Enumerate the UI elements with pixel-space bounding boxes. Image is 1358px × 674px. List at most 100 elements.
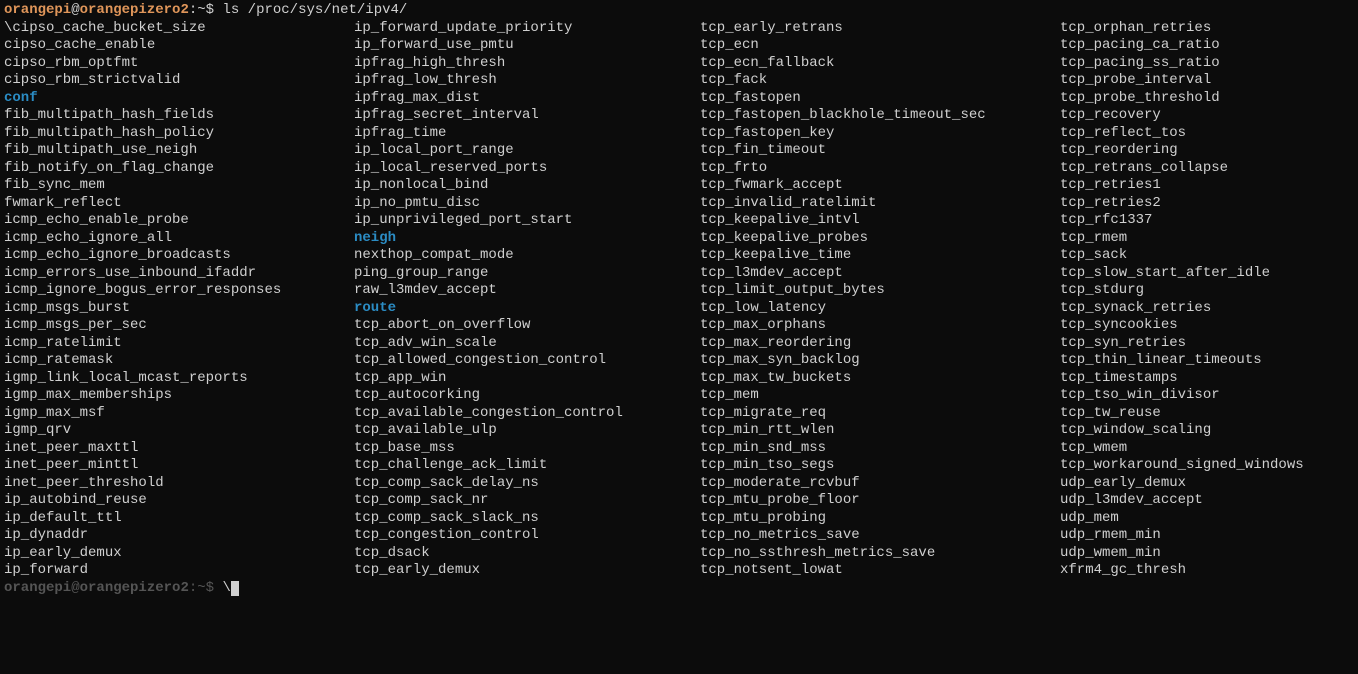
file-entry: tcp_orphan_retries xyxy=(1060,20,1354,38)
partial-prompt-symbol: $ xyxy=(206,580,214,596)
next-prompt-line: orangepi@orangepizero2:~$ \ xyxy=(4,580,1354,598)
file-entry: tcp_min_snd_mss xyxy=(700,440,1060,458)
file-entry: cipso_rbm_optfmt xyxy=(4,55,354,73)
file-entry: icmp_ratemask xyxy=(4,352,354,370)
file-entry: ip_forward_update_priority xyxy=(354,20,700,38)
file-entry: inet_peer_maxttl xyxy=(4,440,354,458)
file-entry: fib_notify_on_flag_change xyxy=(4,160,354,178)
file-entry: tcp_keepalive_time xyxy=(700,247,1060,265)
directory-entry: route xyxy=(354,300,700,318)
file-entry: tcp_fack xyxy=(700,72,1060,90)
file-entry: tcp_min_rtt_wlen xyxy=(700,422,1060,440)
file-entry: tcp_l3mdev_accept xyxy=(700,265,1060,283)
file-entry: udp_rmem_min xyxy=(1060,527,1354,545)
file-entry: igmp_link_local_mcast_reports xyxy=(4,370,354,388)
file-entry: tcp_rmem xyxy=(1060,230,1354,248)
file-entry: inet_peer_minttl xyxy=(4,457,354,475)
file-entry: ip_autobind_reuse xyxy=(4,492,354,510)
file-entry: tcp_stdurg xyxy=(1060,282,1354,300)
file-entry: tcp_reflect_tos xyxy=(1060,125,1354,143)
file-entry: fib_sync_mem xyxy=(4,177,354,195)
file-entry: ping_group_range xyxy=(354,265,700,283)
file-entry: tcp_retries2 xyxy=(1060,195,1354,213)
file-entry: tcp_tw_reuse xyxy=(1060,405,1354,423)
file-entry: tcp_workaround_signed_windows xyxy=(1060,457,1354,475)
file-entry: tcp_ecn xyxy=(700,37,1060,55)
file-entry: tcp_thin_linear_timeouts xyxy=(1060,352,1354,370)
file-entry: tcp_early_retrans xyxy=(700,20,1060,38)
file-entry: xfrm4_gc_thresh xyxy=(1060,562,1354,580)
file-entry: tcp_early_demux xyxy=(354,562,700,580)
file-entry: \cipso_cache_bucket_size xyxy=(4,20,354,38)
file-entry: tcp_probe_threshold xyxy=(1060,90,1354,108)
file-entry: tcp_limit_output_bytes xyxy=(700,282,1060,300)
file-entry: tcp_max_orphans xyxy=(700,317,1060,335)
file-entry: ip_early_demux xyxy=(4,545,354,563)
file-entry: icmp_errors_use_inbound_ifaddr xyxy=(4,265,354,283)
file-entry: udp_mem xyxy=(1060,510,1354,528)
file-entry: tcp_max_syn_backlog xyxy=(700,352,1060,370)
file-entry: icmp_echo_enable_probe xyxy=(4,212,354,230)
file-entry: nexthop_compat_mode xyxy=(354,247,700,265)
file-entry: igmp_qrv xyxy=(4,422,354,440)
file-entry: tcp_min_tso_segs xyxy=(700,457,1060,475)
file-entry: tcp_mtu_probe_floor xyxy=(700,492,1060,510)
file-entry: tcp_comp_sack_nr xyxy=(354,492,700,510)
file-entry: ipfrag_high_thresh xyxy=(354,55,700,73)
file-entry: tcp_slow_start_after_idle xyxy=(1060,265,1354,283)
file-entry: tcp_available_congestion_control xyxy=(354,405,700,423)
file-entry: cipso_cache_enable xyxy=(4,37,354,55)
file-entry: tcp_max_tw_buckets xyxy=(700,370,1060,388)
file-entry: tcp_mtu_probing xyxy=(700,510,1060,528)
file-entry: raw_l3mdev_accept xyxy=(354,282,700,300)
command-line: orangepi@orangepizero2:~$ ls /proc/sys/n… xyxy=(4,2,1354,20)
file-entry: ip_default_ttl xyxy=(4,510,354,528)
file-entry: ip_local_reserved_ports xyxy=(354,160,700,178)
partial-prompt-at: @ xyxy=(71,580,79,596)
file-entry: icmp_echo_ignore_all xyxy=(4,230,354,248)
file-entry: ipfrag_low_thresh xyxy=(354,72,700,90)
partial-prompt-sep: : xyxy=(189,580,197,596)
file-entry: tcp_pacing_ss_ratio xyxy=(1060,55,1354,73)
file-entry: tcp_retrans_collapse xyxy=(1060,160,1354,178)
file-entry: tcp_tso_win_divisor xyxy=(1060,387,1354,405)
file-entry: tcp_no_metrics_save xyxy=(700,527,1060,545)
terminal-window[interactable]: orangepi@orangepizero2:~$ ls /proc/sys/n… xyxy=(0,0,1358,599)
file-entry: tcp_pacing_ca_ratio xyxy=(1060,37,1354,55)
file-entry: tcp_moderate_rcvbuf xyxy=(700,475,1060,493)
file-entry: tcp_fin_timeout xyxy=(700,142,1060,160)
file-entry: icmp_echo_ignore_broadcasts xyxy=(4,247,354,265)
prompt-host: orangepizero2 xyxy=(80,2,189,18)
file-entry: icmp_msgs_per_sec xyxy=(4,317,354,335)
file-entry: tcp_no_ssthresh_metrics_save xyxy=(700,545,1060,563)
prompt-sep: : xyxy=(189,2,197,18)
prompt-path: ~ xyxy=(197,2,205,18)
partial-prompt-user: orangepi xyxy=(4,580,71,596)
file-entry: tcp_fwmark_accept xyxy=(700,177,1060,195)
file-entry: igmp_max_memberships xyxy=(4,387,354,405)
file-entry: cipso_rbm_strictvalid xyxy=(4,72,354,90)
file-entry: tcp_congestion_control xyxy=(354,527,700,545)
file-entry: tcp_base_mss xyxy=(354,440,700,458)
file-entry: ip_dynaddr xyxy=(4,527,354,545)
file-entry: udp_l3mdev_accept xyxy=(1060,492,1354,510)
file-entry: ip_nonlocal_bind xyxy=(354,177,700,195)
file-entry: udp_wmem_min xyxy=(1060,545,1354,563)
partial-input: \ xyxy=(222,580,230,596)
file-entry: tcp_dsack xyxy=(354,545,700,563)
file-entry: udp_early_demux xyxy=(1060,475,1354,493)
file-entry: fib_multipath_use_neigh xyxy=(4,142,354,160)
file-entry: ipfrag_secret_interval xyxy=(354,107,700,125)
file-entry: ip_forward_use_pmtu xyxy=(354,37,700,55)
file-entry: fib_multipath_hash_policy xyxy=(4,125,354,143)
file-entry: tcp_window_scaling xyxy=(1060,422,1354,440)
file-entry: tcp_challenge_ack_limit xyxy=(354,457,700,475)
file-entry: tcp_allowed_congestion_control xyxy=(354,352,700,370)
file-entry: fwmark_reflect xyxy=(4,195,354,213)
file-entry: tcp_fastopen xyxy=(700,90,1060,108)
file-entry: ipfrag_max_dist xyxy=(354,90,700,108)
file-entry: tcp_synack_retries xyxy=(1060,300,1354,318)
file-entry: tcp_syn_retries xyxy=(1060,335,1354,353)
file-entry: tcp_rfc1337 xyxy=(1060,212,1354,230)
file-entry: tcp_invalid_ratelimit xyxy=(700,195,1060,213)
